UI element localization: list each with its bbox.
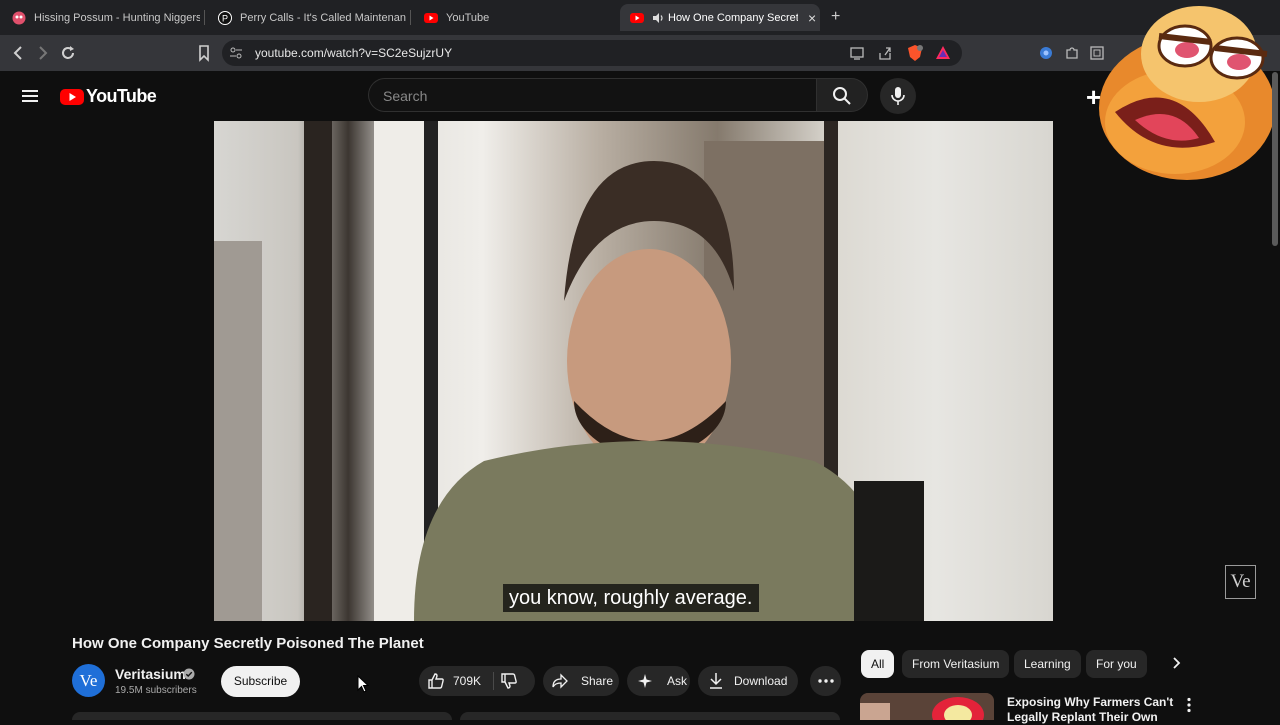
browser-tab-2[interactable]: P Perry Calls - It's Called Maintenance …	[208, 4, 408, 31]
video-player[interactable]	[214, 121, 1053, 621]
possum-favicon-icon	[12, 11, 26, 25]
more-actions-button[interactable]	[810, 666, 841, 696]
browser-tab-3[interactable]: YouTube	[414, 4, 614, 31]
brave-rewards-icon[interactable]	[935, 45, 951, 66]
search-button[interactable]	[816, 78, 868, 112]
recommendation-title-line-2: Legally Replant Their Own	[1007, 710, 1158, 724]
youtube-logo[interactable]: YouTube	[60, 86, 157, 107]
brave-shields-icon[interactable]	[906, 44, 924, 67]
youtube-favicon-icon	[424, 11, 438, 25]
extensions-puzzle-icon[interactable]	[1064, 45, 1080, 66]
new-tab-icon[interactable]: +	[831, 8, 840, 26]
video-title: How One Company Secretly Poisoned The Pl…	[72, 635, 424, 652]
channel-watermark[interactable]: Ve	[1225, 565, 1256, 599]
recommendation-title-line-1: Exposing Why Farmers Can't	[1007, 695, 1174, 709]
cast-icon[interactable]	[849, 45, 865, 66]
bookmark-icon[interactable]	[194, 43, 214, 63]
more-horizontal-icon	[817, 679, 834, 683]
thumbs-down-icon	[501, 673, 517, 689]
subscribe-button[interactable]: Subscribe	[221, 666, 300, 697]
like-divider	[493, 672, 494, 690]
voice-search-button[interactable]	[880, 78, 916, 114]
thumbs-up-icon	[428, 673, 444, 689]
recommendation-title[interactable]: Exposing Why Farmers Can't Legally Repla…	[1007, 695, 1173, 725]
description-box[interactable]	[72, 712, 452, 720]
browser-tab-1-title: Hissing Possum - Hunting Niggers in	[34, 11, 200, 24]
recommendation-menu-icon[interactable]	[1186, 697, 1192, 718]
tab-divider	[204, 10, 205, 25]
search-input[interactable]	[368, 78, 816, 112]
youtube-play-icon	[60, 88, 84, 105]
chip-for-you[interactable]: For you	[1086, 650, 1147, 678]
search-icon	[833, 87, 851, 105]
browser-tab-1[interactable]: Hissing Possum - Hunting Niggers in	[2, 4, 202, 31]
share-page-icon[interactable]	[877, 45, 893, 66]
extension-blue-icon[interactable]	[1038, 45, 1054, 66]
svg-text:P: P	[222, 13, 228, 23]
download-label: Download	[734, 674, 788, 688]
chip-from-veritasium[interactable]: From Veritasium	[902, 650, 1010, 678]
verified-badge-icon	[183, 667, 195, 685]
share-label: Share	[581, 674, 614, 688]
back-arrow-icon[interactable]	[8, 43, 28, 63]
share-button[interactable]: Share	[543, 666, 619, 696]
browser-tab-4-active[interactable]: How One Company Secretly P ×	[620, 4, 820, 31]
forward-arrow-icon[interactable]	[33, 43, 53, 63]
tab-divider	[410, 10, 411, 25]
dislike-button[interactable]	[500, 672, 518, 695]
microphone-icon	[891, 87, 905, 105]
streamer-emote-overlay	[1095, 2, 1277, 182]
perry-favicon-icon: P	[218, 10, 232, 25]
chips-next-arrow-icon[interactable]	[1168, 655, 1184, 676]
download-button[interactable]: Download	[698, 666, 798, 696]
download-icon	[710, 673, 722, 689]
page-scrollbar-thumb[interactable]	[1272, 72, 1278, 246]
ask-panel[interactable]	[460, 712, 840, 720]
chip-all[interactable]: All	[861, 650, 895, 678]
speaker-icon[interactable]	[652, 11, 664, 25]
channel-name[interactable]: Veritasium	[115, 666, 186, 682]
like-count: 709K	[453, 674, 482, 688]
ask-button[interactable]: Ask	[627, 666, 690, 696]
hamburger-menu-icon[interactable]	[20, 86, 40, 111]
mouse-cursor-icon	[357, 674, 370, 698]
address-bar-url: youtube.com/watch?v=SC2eSujzrUY	[255, 46, 453, 60]
like-button[interactable]: 709K	[419, 666, 492, 696]
subscriber-count: 19.5M subscribers	[115, 685, 197, 696]
youtube-favicon-icon	[630, 11, 644, 25]
reload-icon[interactable]	[58, 43, 78, 63]
browser-tab-4-title: How One Company Secretly P	[668, 11, 798, 24]
youtube-logo-text: YouTube	[86, 86, 157, 106]
video-subtitle: you know, roughly average.	[503, 584, 759, 612]
search-placeholder: Search	[383, 88, 428, 104]
ask-label: Ask	[667, 674, 688, 688]
browser-tab-3-title: YouTube	[446, 11, 490, 24]
video-frame-image	[214, 121, 924, 621]
sparkle-icon	[638, 674, 652, 688]
browser-tab-2-title: Perry Calls - It's Called Maintenance |	[240, 11, 406, 24]
site-settings-icon[interactable]	[229, 46, 243, 65]
share-icon	[552, 673, 568, 689]
recommendation-thumbnail[interactable]	[860, 693, 994, 720]
chip-learning[interactable]: Learning	[1014, 650, 1081, 678]
channel-avatar[interactable]: Ve	[72, 664, 105, 697]
close-tab-icon[interactable]: ×	[808, 10, 816, 26]
